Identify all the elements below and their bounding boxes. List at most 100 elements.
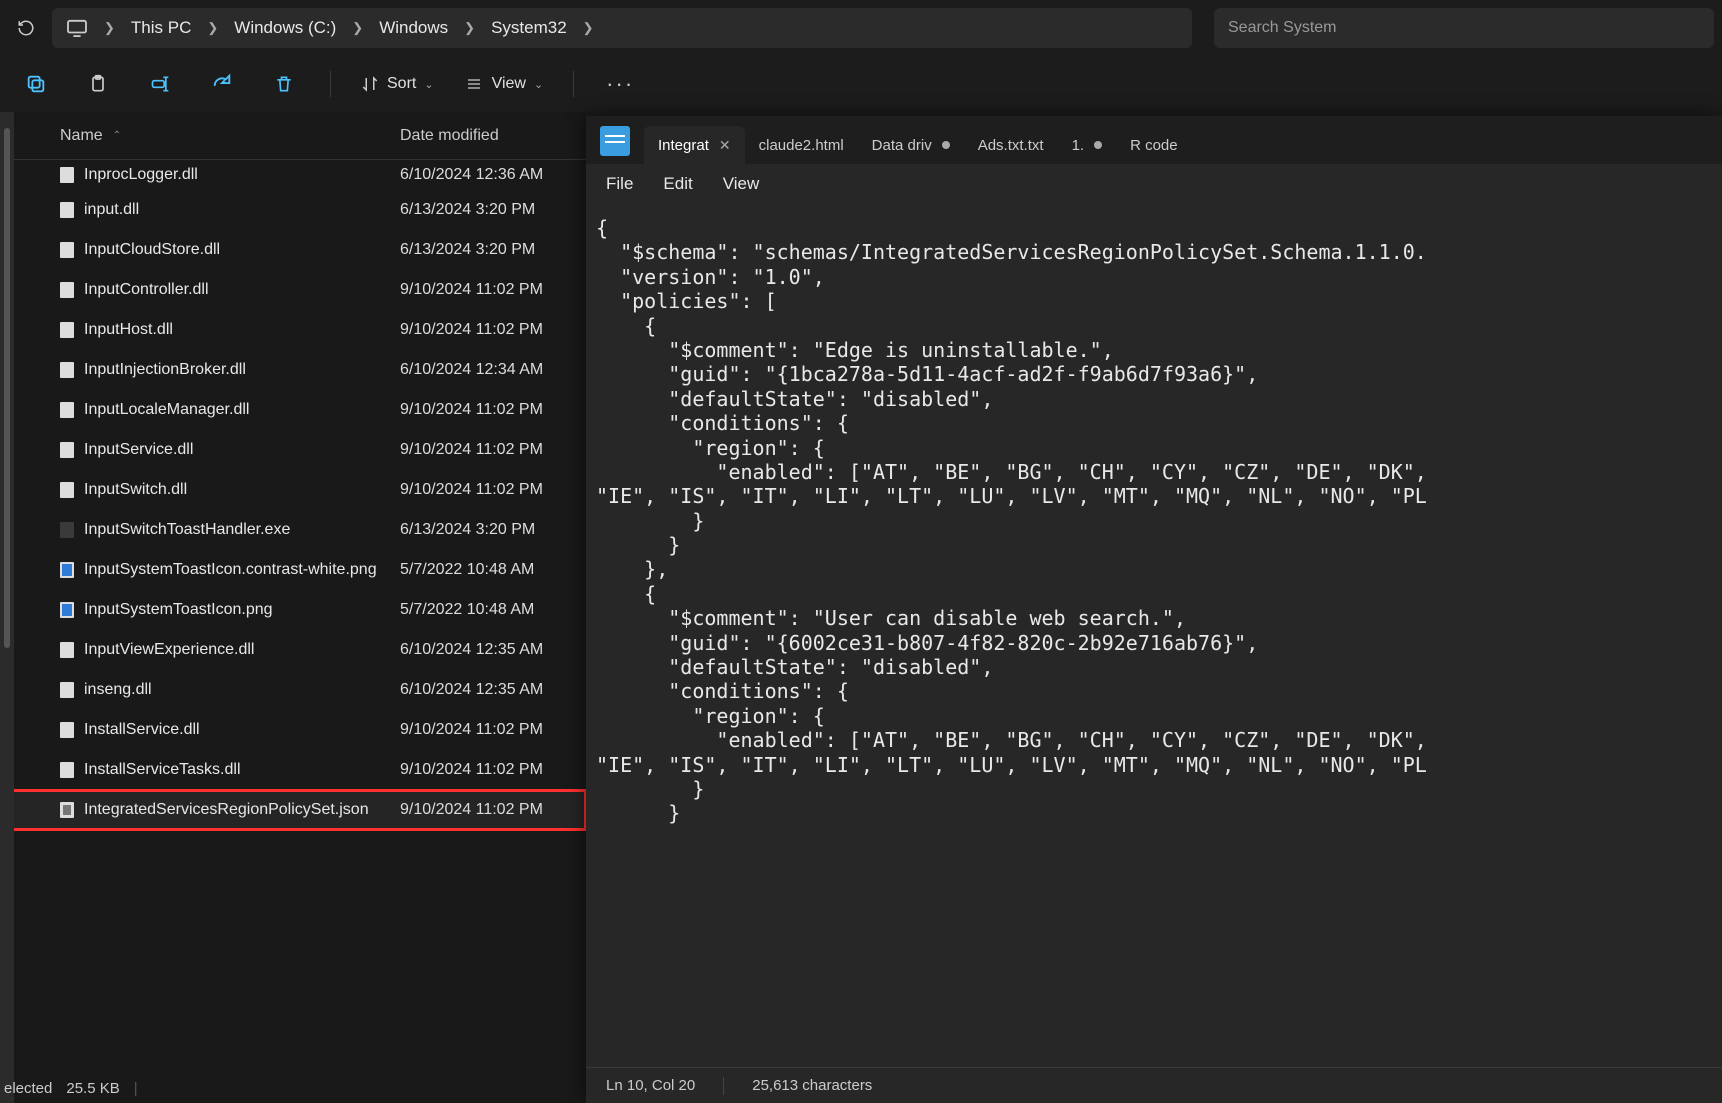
share-button[interactable] — [206, 68, 238, 100]
notepad-tab[interactable]: 1. — [1058, 126, 1117, 164]
notepad-window: Integrat ✕ claude2.htmlData drivAds.txt.tx… — [586, 116, 1722, 1103]
file-name: InputController.dll — [84, 281, 209, 299]
file-icon — [60, 482, 74, 498]
divider — [330, 71, 331, 97]
file-date: 6/13/2024 3:20 PM — [400, 521, 586, 539]
sort-asc-icon: ⌃ — [113, 130, 121, 141]
close-icon[interactable]: ✕ — [719, 137, 731, 154]
file-row[interactable]: InprocLogger.dll6/10/2024 12:36 AM — [0, 160, 586, 190]
copy-icon — [25, 73, 47, 95]
file-icon — [60, 602, 74, 618]
file-row[interactable]: InputSwitchToastHandler.exe6/13/2024 3:2… — [0, 510, 586, 550]
chevron-right-icon[interactable]: ❯ — [579, 20, 598, 36]
notepad-tab[interactable]: Integrat ✕ — [644, 126, 745, 164]
file-row[interactable]: InputSystemToastIcon.contrast-white.png 5… — [0, 550, 586, 590]
column-name-label: Name — [60, 127, 103, 145]
more-button[interactable]: ··· — [604, 68, 636, 100]
notepad-tab[interactable]: R code — [1116, 126, 1192, 164]
file-name: InputSwitch.dll — [84, 481, 187, 499]
trash-icon — [274, 73, 294, 95]
file-row[interactable]: InstallServiceTasks.dll9/10/2024 11:02 P… — [0, 750, 586, 790]
breadcrumb-item[interactable]: Windows — [371, 14, 456, 42]
file-name: IntegratedServicesRegionPolicySet.json — [84, 801, 369, 819]
refresh-button[interactable] — [8, 10, 44, 46]
file-row[interactable]: InputViewExperience.dll6/10/2024 12:35 A… — [0, 630, 586, 670]
chevron-down-icon: ⌄ — [534, 78, 543, 91]
file-name: InstallServiceTasks.dll — [84, 761, 241, 779]
file-icon — [60, 442, 74, 458]
file-date: 9/10/2024 11:02 PM — [400, 441, 586, 459]
file-name: input.dll — [84, 201, 139, 219]
file-icon — [60, 722, 74, 738]
file-row[interactable]: IntegratedServicesRegionPolicySet.json9/… — [0, 790, 586, 830]
status-divider — [723, 1077, 724, 1095]
file-date: 9/10/2024 11:02 PM — [400, 321, 586, 339]
view-button[interactable]: View ⌄ — [464, 75, 544, 93]
file-date: 9/10/2024 11:02 PM — [400, 281, 586, 299]
file-row[interactable]: InputSystemToastIcon.png5/7/2022 10:48 A… — [0, 590, 586, 630]
chevron-right-icon[interactable]: ❯ — [460, 20, 479, 36]
notepad-tab[interactable]: Data driv — [858, 126, 964, 164]
file-date: 9/10/2024 11:02 PM — [400, 721, 586, 739]
notepad-tab[interactable]: claude2.html — [745, 126, 858, 164]
file-row[interactable]: InputService.dll9/10/2024 11:02 PM — [0, 430, 586, 470]
file-icon — [60, 802, 74, 818]
file-row[interactable]: InputCloudStore.dll 6/13/2024 3:20 PM — [0, 230, 586, 270]
chevron-down-icon: ⌄ — [424, 78, 433, 91]
file-icon — [60, 167, 74, 183]
status-selected: elected — [4, 1080, 52, 1097]
file-icon — [60, 642, 74, 658]
menu-edit[interactable]: Edit — [663, 174, 692, 194]
search-input[interactable]: Search System — [1214, 8, 1714, 48]
file-row[interactable]: input.dll6/13/2024 3:20 PM — [0, 190, 586, 230]
file-name: InputInjectionBroker.dll — [84, 361, 246, 379]
pc-icon[interactable] — [58, 15, 96, 41]
chevron-right-icon[interactable]: ❯ — [203, 20, 222, 36]
explorer-status-bar: elected 25.5 KB | — [0, 1073, 586, 1103]
menu-file[interactable]: File — [606, 174, 633, 194]
address-bar: ❯ This PC ❯ Windows (C:) ❯ Windows ❯ Sys… — [0, 0, 1722, 56]
file-date: 6/10/2024 12:35 AM — [400, 641, 586, 659]
file-name: InputCloudStore.dll — [84, 241, 220, 259]
chevron-right-icon[interactable]: ❯ — [100, 20, 119, 36]
breadcrumb-item[interactable]: This PC — [123, 14, 199, 42]
copy-button[interactable] — [20, 68, 52, 100]
paste-button[interactable] — [82, 68, 114, 100]
column-headers: Name ⌃ Date modified — [0, 112, 586, 160]
view-icon — [464, 76, 484, 92]
sort-button[interactable]: Sort ⌄ — [361, 75, 434, 93]
file-date: 6/10/2024 12:34 AM — [400, 361, 586, 379]
paste-icon — [88, 73, 108, 95]
file-name: InputHost.dll — [84, 321, 173, 339]
file-name: InputSystemToastIcon.contrast-white.png — [84, 561, 377, 579]
nav-pane-scrollbar[interactable] — [0, 112, 14, 1103]
breadcrumb-item[interactable]: Windows (C:) — [226, 14, 344, 42]
file-row[interactable]: InputHost.dll 9/10/2024 11:02 PM — [0, 310, 586, 350]
file-list[interactable]: InprocLogger.dll6/10/2024 12:36 AMinput.… — [0, 160, 586, 1073]
view-label: View — [492, 75, 526, 93]
delete-button[interactable] — [268, 68, 300, 100]
divider — [573, 71, 574, 97]
file-icon — [60, 522, 74, 538]
menu-view[interactable]: View — [723, 174, 760, 194]
file-date: 6/13/2024 3:20 PM — [400, 241, 586, 259]
file-icon — [60, 322, 74, 338]
rename-button[interactable] — [144, 68, 176, 100]
file-row[interactable]: InputController.dll 9/10/2024 11:02 PM — [0, 270, 586, 310]
tab-label: Integrat — [658, 137, 709, 154]
breadcrumb-item[interactable]: System32 — [483, 14, 575, 42]
tab-label: 1. — [1072, 137, 1085, 154]
file-date: 5/7/2022 10:48 AM — [400, 561, 586, 579]
file-date: 6/10/2024 12:35 AM — [400, 681, 586, 699]
chevron-right-icon[interactable]: ❯ — [348, 20, 367, 36]
notepad-tab[interactable]: Ads.txt.txt — [964, 126, 1058, 164]
notepad-editor[interactable]: { "$schema": "schemas/IntegratedServices… — [586, 204, 1722, 1067]
file-row[interactable]: InputInjectionBroker.dll 6/10/2024 12:34 … — [0, 350, 586, 390]
column-name[interactable]: Name ⌃ — [60, 127, 400, 145]
file-row[interactable]: InstallService.dll9/10/2024 11:02 PM — [0, 710, 586, 750]
breadcrumb[interactable]: ❯ This PC ❯ Windows (C:) ❯ Windows ❯ Sys… — [52, 8, 1192, 48]
file-row[interactable]: InputSwitch.dll9/10/2024 11:02 PM — [0, 470, 586, 510]
column-date[interactable]: Date modified — [400, 127, 586, 145]
file-row[interactable]: InputLocaleManager.dll9/10/2024 11:02 PM — [0, 390, 586, 430]
file-row[interactable]: inseng.dll6/10/2024 12:35 AM — [0, 670, 586, 710]
